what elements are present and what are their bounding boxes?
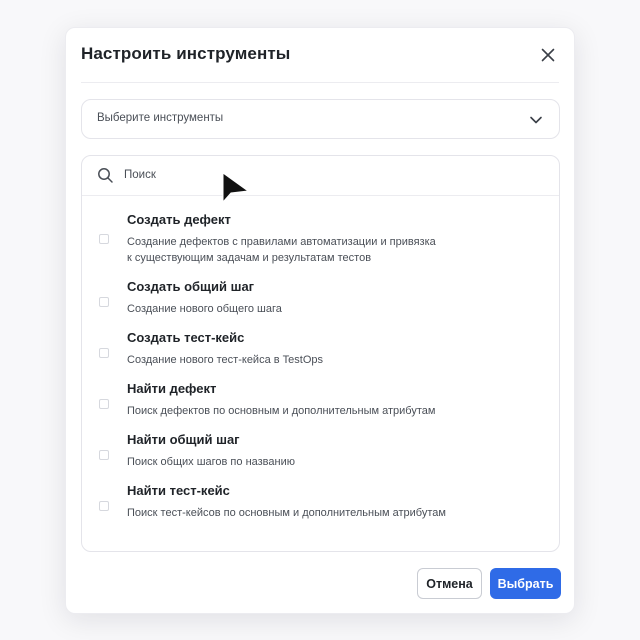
- cancel-button[interactable]: Отмена: [417, 568, 482, 599]
- tool-description: Создание дефектов с правилами автоматиза…: [127, 234, 436, 266]
- configure-tools-dialog: Настроить инструменты Выберите инструмен…: [65, 27, 575, 614]
- tool-description: Создание нового общего шага: [127, 301, 282, 317]
- tool-checkbox[interactable]: [99, 297, 109, 307]
- tool-title: Создать общий шаг: [127, 279, 255, 294]
- tool-list-item[interactable]: Создать дефект Создание дефектов с правил…: [82, 212, 559, 270]
- tool-title: Создать тест-кейс: [127, 330, 245, 345]
- tools-select-placeholder: Выберите инструменты: [97, 112, 224, 124]
- close-button[interactable]: [537, 44, 559, 66]
- tool-list-item[interactable]: Найти дефект Поиск дефектов по основным и…: [82, 381, 559, 423]
- select-button[interactable]: Выбрать: [490, 568, 561, 599]
- tool-description-line: Поиск общих шагов по названию: [127, 456, 295, 468]
- tool-title: Найти общий шаг: [127, 432, 240, 447]
- tool-description-line: Создание нового тест-кейса в TestOps: [127, 354, 323, 366]
- tool-description: Поиск общих шагов по названию: [127, 454, 295, 470]
- tool-description-line: к существующим задачам и результатам тес…: [127, 252, 372, 264]
- chevron-down-icon: [529, 113, 543, 127]
- tool-description: Поиск тест-кейсов по основным и дополнит…: [127, 505, 446, 521]
- search-row: [82, 156, 559, 196]
- tool-list-item[interactable]: Найти тест-кейс Поиск тест-кейсов по осно…: [82, 483, 559, 525]
- tool-description-line: Поиск дефектов по основным и дополнитель…: [127, 405, 436, 417]
- tool-description-line: Создание нового общего шага: [127, 303, 282, 315]
- tool-description-line: Создание дефектов с правилами автоматиза…: [127, 236, 436, 248]
- tool-title: Найти тест-кейс: [127, 483, 230, 498]
- close-icon: [541, 48, 555, 62]
- tool-title: Создать дефект: [127, 212, 231, 227]
- tool-list-item[interactable]: Создать общий шаг Создание нового общего …: [82, 279, 559, 321]
- tool-list-item[interactable]: Найти общий шаг Поиск общих шагов по назв…: [82, 432, 559, 474]
- tool-description: Поиск дефектов по основным и дополнитель…: [127, 403, 435, 419]
- tools-select-dropdown[interactable]: Выберите инструменты: [81, 99, 560, 139]
- dialog-header: Настроить инструменты: [81, 28, 559, 83]
- tool-description: Создание нового тест-кейса в TestOps: [127, 352, 323, 368]
- tool-checkbox[interactable]: [99, 399, 109, 409]
- search-input[interactable]: [124, 164, 524, 186]
- tool-description-line: Поиск тест-кейсов по основным и дополнит…: [127, 507, 446, 519]
- tool-checkbox[interactable]: [99, 450, 109, 460]
- tool-checkbox[interactable]: [99, 501, 109, 511]
- search-icon: [97, 167, 114, 184]
- tools-list-panel: Создать дефект Создание дефектов с правил…: [81, 155, 560, 552]
- tool-checkbox[interactable]: [99, 234, 109, 244]
- tool-list-item[interactable]: Создать тест-кейс Создание нового тест-ке…: [82, 330, 559, 372]
- tool-checkbox[interactable]: [99, 348, 109, 358]
- tool-title: Найти дефект: [127, 381, 217, 396]
- dialog-title: Настроить инструменты: [81, 44, 291, 63]
